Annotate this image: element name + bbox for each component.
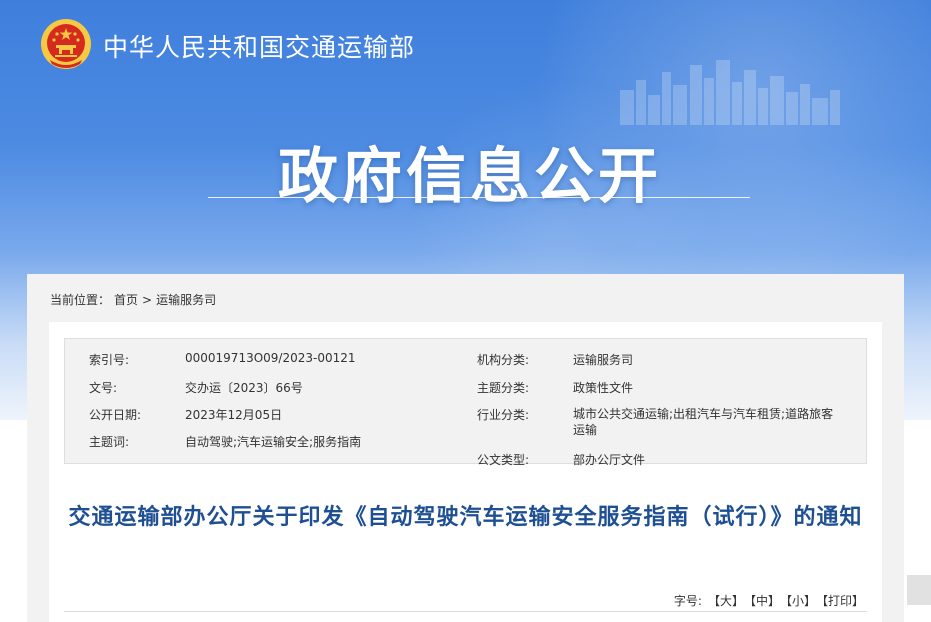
topic-label: 主题分类:: [477, 381, 530, 395]
font-size-controls: 字号: 【大】 【中】 【小】 【打印】: [674, 592, 864, 609]
content-divider: [64, 611, 867, 612]
content-panel: 当前位置： 首页 > 运输服务司 索引号: 000019713O09/2023-001…: [27, 274, 904, 622]
industry-value: 城市公共交通运输;出租汽车与汽车租赁;道路旅客运输: [573, 407, 834, 437]
breadcrumb-current-link[interactable]: 运输服务司: [156, 293, 216, 307]
print-button[interactable]: 【打印】: [822, 594, 864, 608]
org-value: 运输服务司: [573, 353, 634, 367]
index-no-value: 000019713O09/2023-00121: [185, 351, 356, 365]
doctype-label: 公文类型:: [477, 453, 530, 467]
topic-value: 政策性文件: [573, 381, 634, 395]
breadcrumb-separator: >: [142, 293, 153, 307]
date-label: 公开日期:: [89, 408, 142, 422]
document-title: 交通运输部办公厅关于印发《自动驾驶汽车运输安全服务指南（试行）》的通知: [68, 505, 863, 530]
breadcrumb-label: 当前位置：: [50, 293, 111, 307]
doc-no-label: 文号:: [89, 381, 118, 395]
site-title[interactable]: 中华人民共和国交通运输部: [103, 28, 415, 64]
industry-label: 行业分类:: [477, 408, 530, 422]
hero-title: 政府信息公开: [278, 142, 662, 212]
hero-underline: [208, 197, 750, 198]
breadcrumb-home-link[interactable]: 首页: [114, 293, 138, 307]
font-medium-button[interactable]: 【中】: [750, 594, 780, 608]
font-small-button[interactable]: 【小】: [786, 594, 816, 608]
org-label: 机构分类:: [477, 353, 530, 367]
subject-value: 自动驾驶;汽车运输安全;服务指南: [185, 435, 362, 449]
side-float-button[interactable]: [907, 575, 931, 605]
font-large-button[interactable]: 【大】: [708, 594, 744, 608]
city-skyline-illustration: [620, 60, 840, 125]
date-value: 2023年12月05日: [185, 408, 283, 422]
document-card: 索引号: 000019713O09/2023-00121 机构分类: 运输服务司…: [49, 322, 882, 622]
index-no-label: 索引号:: [89, 353, 130, 367]
breadcrumb: 当前位置： 首页 > 运输服务司: [50, 291, 220, 308]
doctype-value: 部办公厅文件: [573, 453, 646, 467]
subject-label: 主题词:: [89, 435, 130, 449]
document-metadata-table: 索引号: 000019713O09/2023-00121 机构分类: 运输服务司…: [64, 338, 867, 467]
national-emblem-icon[interactable]: [40, 18, 92, 70]
font-size-label: 字号:: [673, 594, 702, 608]
doc-no-value: 交办运〔2023〕66号: [185, 381, 303, 395]
